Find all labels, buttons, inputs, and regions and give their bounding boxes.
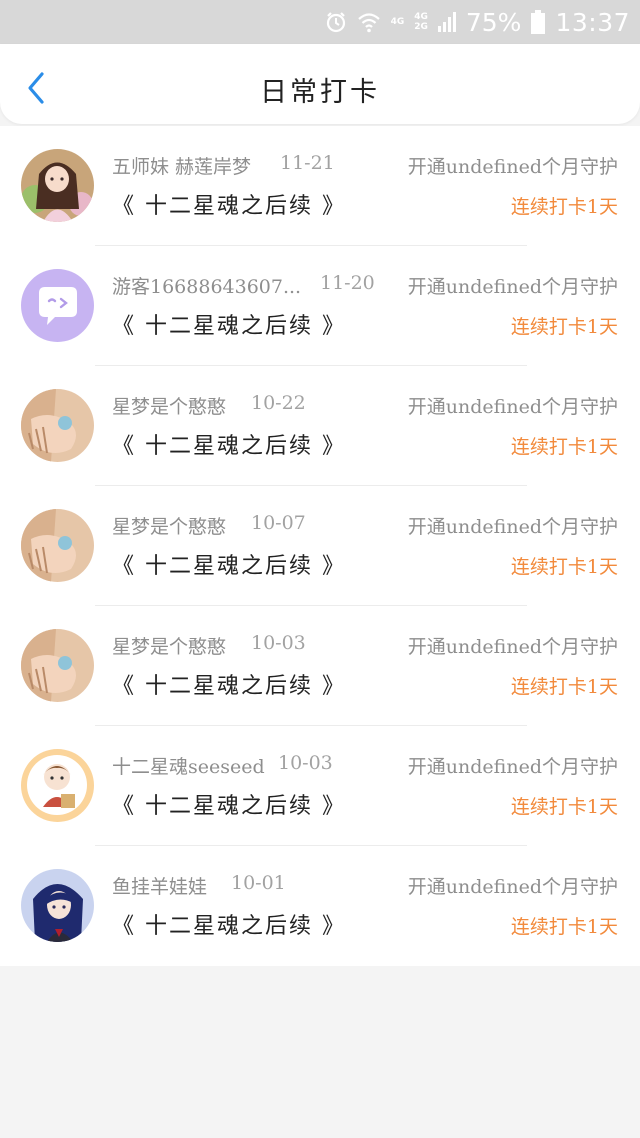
username[interactable]: 星梦是个憨憨	[112, 632, 226, 659]
username[interactable]: 星梦是个憨憨	[112, 392, 226, 419]
streak-badge: 连续打卡1天	[510, 316, 618, 338]
checkin-date: 10-07	[251, 512, 306, 534]
status-bar: 4G 4G 2G 75% 13:37	[0, 0, 640, 44]
username[interactable]: 游客16688643607...	[112, 272, 301, 299]
avatar[interactable]	[21, 749, 94, 822]
alarm-icon	[325, 11, 347, 33]
book-title[interactable]: 《 十二星魂之后续 》	[112, 548, 346, 580]
checkin-row[interactable]: 鱼挂羊娃娃 10-01 《 十二星魂之后续 》 开通undefined个月守护 …	[0, 846, 640, 966]
checkin-date: 11-20	[320, 272, 375, 294]
checkin-date: 10-01	[231, 872, 286, 894]
book-title[interactable]: 《 十二星魂之后续 》	[112, 908, 346, 940]
book-title[interactable]: 《 十二星魂之后续 》	[112, 308, 346, 340]
hand-avatar	[21, 629, 94, 702]
guard-status: 开通undefined个月守护	[407, 396, 618, 418]
checkin-row[interactable]: 游客16688643607... 11-20 《 十二星魂之后续 》 开通und…	[0, 246, 640, 366]
checkin-row[interactable]: 星梦是个憨憨 10-07 《 十二星魂之后续 》 开通undefined个月守护…	[0, 486, 640, 606]
signal-icon	[437, 12, 456, 32]
battery-percent: 75%	[465, 7, 522, 37]
avatar[interactable]	[21, 629, 94, 702]
guard-status: 开通undefined个月守护	[407, 516, 618, 538]
streak-badge: 连续打卡1天	[510, 916, 618, 938]
username[interactable]: 五师妹 赫莲岸梦	[112, 152, 251, 179]
guard-status: 开通undefined个月守护	[407, 876, 618, 898]
guard-status: 开通undefined个月守护	[407, 156, 618, 178]
avatar[interactable]	[21, 269, 94, 342]
wifi-icon	[357, 11, 381, 33]
hand-avatar	[21, 509, 94, 582]
dual-network-label: 4G 2G	[414, 12, 428, 32]
checkin-row[interactable]: 星梦是个憨憨 10-22 《 十二星魂之后续 》 开通undefined个月守护…	[0, 366, 640, 486]
checkin-date: 10-22	[251, 392, 306, 414]
book-title[interactable]: 《 十二星魂之后续 》	[112, 668, 346, 700]
anime-girl-avatar	[21, 149, 94, 222]
page-title: 日常打卡	[260, 77, 380, 108]
avatar[interactable]	[21, 389, 94, 462]
avatar[interactable]	[21, 149, 94, 222]
blue-hair-avatar	[21, 869, 94, 942]
book-title[interactable]: 《 十二星魂之后续 》	[112, 188, 346, 220]
book-title[interactable]: 《 十二星魂之后续 》	[112, 428, 346, 460]
streak-badge: 连续打卡1天	[510, 676, 618, 698]
username[interactable]: 十二星魂seeseed	[112, 752, 265, 779]
avatar[interactable]	[21, 869, 94, 942]
checkin-date: 11-21	[280, 152, 335, 174]
checkin-date: 10-03	[278, 752, 333, 774]
battery-icon	[531, 10, 546, 34]
network-type-sim2: 2G	[414, 22, 428, 32]
clock: 13:37	[555, 7, 630, 37]
network-type: 4G	[390, 17, 405, 27]
guard-status: 开通undefined个月守护	[407, 276, 618, 298]
network-type-sim1: 4G	[414, 12, 428, 22]
network-type-label: 4G	[391, 17, 405, 27]
book-title[interactable]: 《 十二星魂之后续 》	[112, 788, 346, 820]
streak-badge: 连续打卡1天	[510, 796, 618, 818]
status-icons: 4G 4G 2G 75% 13:37	[325, 0, 630, 44]
username[interactable]: 鱼挂羊娃娃	[112, 872, 207, 899]
guard-status: 开通undefined个月守护	[407, 756, 618, 778]
streak-badge: 连续打卡1天	[510, 556, 618, 578]
checkin-row[interactable]: 星梦是个憨憨 10-03 《 十二星魂之后续 》 开通undefined个月守护…	[0, 606, 640, 726]
username[interactable]: 星梦是个憨憨	[112, 512, 226, 539]
checkin-date: 10-03	[251, 632, 306, 654]
chibi-avatar	[21, 749, 94, 822]
hand-avatar	[21, 389, 94, 462]
checkin-list: 五师妹 赫莲岸梦 11-21 《 十二星魂之后续 》 开通undefined个月…	[0, 126, 640, 966]
checkin-row[interactable]: 十二星魂seeseed 10-03 《 十二星魂之后续 》 开通undefine…	[0, 726, 640, 846]
guard-status: 开通undefined个月守护	[407, 636, 618, 658]
checkin-row[interactable]: 五师妹 赫莲岸梦 11-21 《 十二星魂之后续 》 开通undefined个月…	[0, 126, 640, 246]
streak-badge: 连续打卡1天	[510, 196, 618, 218]
streak-badge: 连续打卡1天	[510, 436, 618, 458]
avatar[interactable]	[21, 509, 94, 582]
chat-bubble-avatar	[21, 269, 94, 342]
header: 日常打卡	[0, 44, 640, 124]
